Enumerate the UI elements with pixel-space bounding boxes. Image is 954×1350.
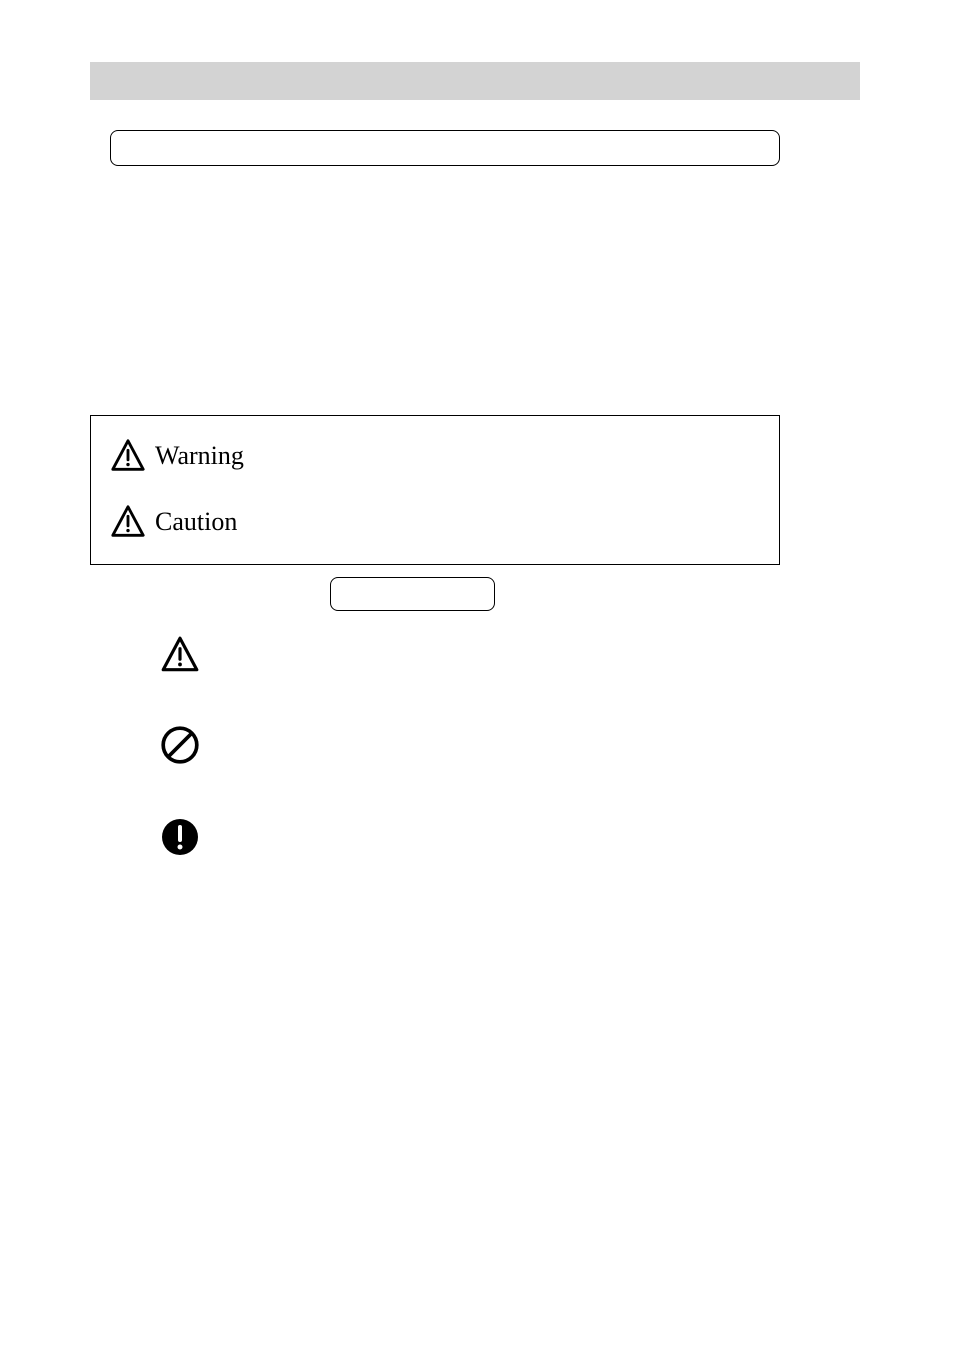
caution-row: Caution	[91, 484, 779, 559]
symbol-definition-table: Warning Caution	[90, 415, 780, 565]
caution-triangle-icon	[109, 503, 147, 541]
header-bar	[90, 62, 860, 100]
prohibition-icon	[155, 720, 205, 770]
example-label-box	[330, 577, 495, 611]
attention-icon	[155, 630, 205, 680]
warning-row: Warning	[91, 416, 779, 484]
mandatory-action-icon	[155, 812, 205, 862]
warning-triangle-icon	[109, 437, 147, 475]
warning-label: Warning	[155, 441, 244, 471]
title-box	[110, 130, 780, 166]
caution-label: Caution	[155, 507, 237, 537]
